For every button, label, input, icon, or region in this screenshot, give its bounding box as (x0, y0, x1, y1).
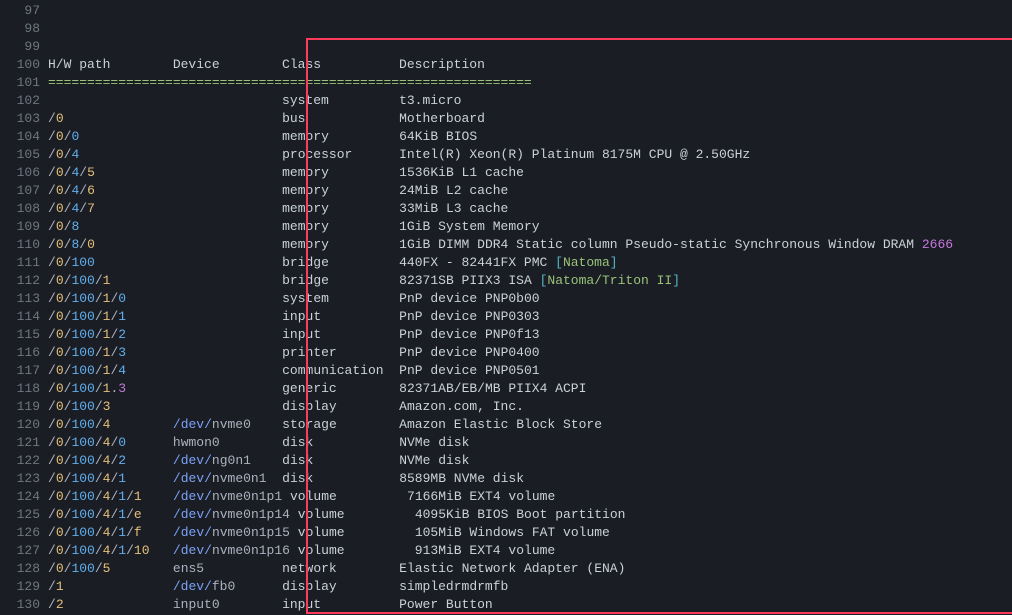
line-number: 112 (0, 272, 40, 290)
line-number: 114 (0, 308, 40, 326)
line-number: 116 (0, 344, 40, 362)
line-number: 115 (0, 326, 40, 344)
line-number: 103 (0, 110, 40, 128)
line-number: 118 (0, 380, 40, 398)
code-line: /0/100/1 bridge 82371SB PIIX3 ISA [Natom… (48, 272, 953, 290)
code-line: /0/100/1/4 communication PnP device PNP0… (48, 362, 953, 380)
line-number: 122 (0, 452, 40, 470)
line-number: 99 (0, 38, 40, 56)
line-number: 100 (0, 56, 40, 74)
code-line: /0/100/4/1/1 /dev/nvme0n1p1 volume 7166M… (48, 488, 953, 506)
code-line: /0/100/1/3 printer PnP device PNP0400 (48, 344, 953, 362)
line-number: 109 (0, 218, 40, 236)
code-line: /0/100/4/0 hwmon0 disk NVMe disk (48, 434, 953, 452)
line-number: 97 (0, 2, 40, 20)
line-number: 120 (0, 416, 40, 434)
line-number: 119 (0, 398, 40, 416)
code-line: /0/4 processor Intel(R) Xeon(R) Platinum… (48, 146, 953, 164)
code-line: /0/8/0 memory 1GiB DIMM DDR4 Static colu… (48, 236, 953, 254)
code-line: /0/4/5 memory 1536KiB L1 cache (48, 164, 953, 182)
line-number: 101 (0, 74, 40, 92)
code-line: /0/100/5 ens5 network Elastic Network Ad… (48, 560, 953, 578)
code-line: /0/100/4/1/10 /dev/nvme0n1p16 volume 913… (48, 542, 953, 560)
code-line: /0/100/4 /dev/nvme0 storage Amazon Elast… (48, 416, 953, 434)
code-line: H/W path Device Class Description (48, 56, 953, 74)
line-number: 129 (0, 578, 40, 596)
line-number: 107 (0, 182, 40, 200)
line-number: 121 (0, 434, 40, 452)
line-number: 124 (0, 488, 40, 506)
line-number: 117 (0, 362, 40, 380)
line-number: 125 (0, 506, 40, 524)
line-number: 113 (0, 290, 40, 308)
line-number: 104 (0, 128, 40, 146)
line-number: 111 (0, 254, 40, 272)
line-number: 126 (0, 524, 40, 542)
code-line: /0/100/3 display Amazon.com, Inc. (48, 398, 953, 416)
code-line: /0/100/4/1/f /dev/nvme0n1p15 volume 105M… (48, 524, 953, 542)
code-editor: 9798991001011021031041051061071081091101… (0, 0, 1012, 615)
code-line: /0/0 memory 64KiB BIOS (48, 128, 953, 146)
line-number: 102 (0, 92, 40, 110)
line-number: 110 (0, 236, 40, 254)
line-number-gutter: 9798991001011021031041051061071081091101… (0, 0, 48, 615)
code-line: /0/100/4/2 /dev/ng0n1 disk NVMe disk (48, 452, 953, 470)
line-number: 106 (0, 164, 40, 182)
code-line: /0/4/7 memory 33MiB L3 cache (48, 200, 953, 218)
code-line: /0/4/6 memory 24MiB L2 cache (48, 182, 953, 200)
line-number: 127 (0, 542, 40, 560)
code-line: /1 /dev/fb0 display simpledrmdrmfb (48, 578, 953, 596)
code-line: /0/100/4/1/e /dev/nvme0n1p14 volume 4095… (48, 506, 953, 524)
line-number: 98 (0, 20, 40, 38)
code-line: /0/100/1/2 input PnP device PNP0f13 (48, 326, 953, 344)
code-line: /2 input0 input Power Button (48, 596, 953, 614)
code-content[interactable]: H/W path Device Class Description=======… (48, 0, 953, 615)
code-line: ========================================… (48, 74, 953, 92)
code-line: /0/100 bridge 440FX - 82441FX PMC [Natom… (48, 254, 953, 272)
line-number: 108 (0, 200, 40, 218)
code-line: /0/100/1/0 system PnP device PNP0b00 (48, 290, 953, 308)
line-number: 105 (0, 146, 40, 164)
code-line: /0/100/1/1 input PnP device PNP0303 (48, 308, 953, 326)
code-line: /0/100/4/1 /dev/nvme0n1 disk 8589MB NVMe… (48, 470, 953, 488)
line-number: 128 (0, 560, 40, 578)
code-line: system t3.micro (48, 92, 953, 110)
code-line: /0 bus Motherboard (48, 110, 953, 128)
line-number: 123 (0, 470, 40, 488)
code-line: /0/8 memory 1GiB System Memory (48, 218, 953, 236)
line-number: 130 (0, 596, 40, 614)
code-line: /0/100/1.3 generic 82371AB/EB/MB PIIX4 A… (48, 380, 953, 398)
